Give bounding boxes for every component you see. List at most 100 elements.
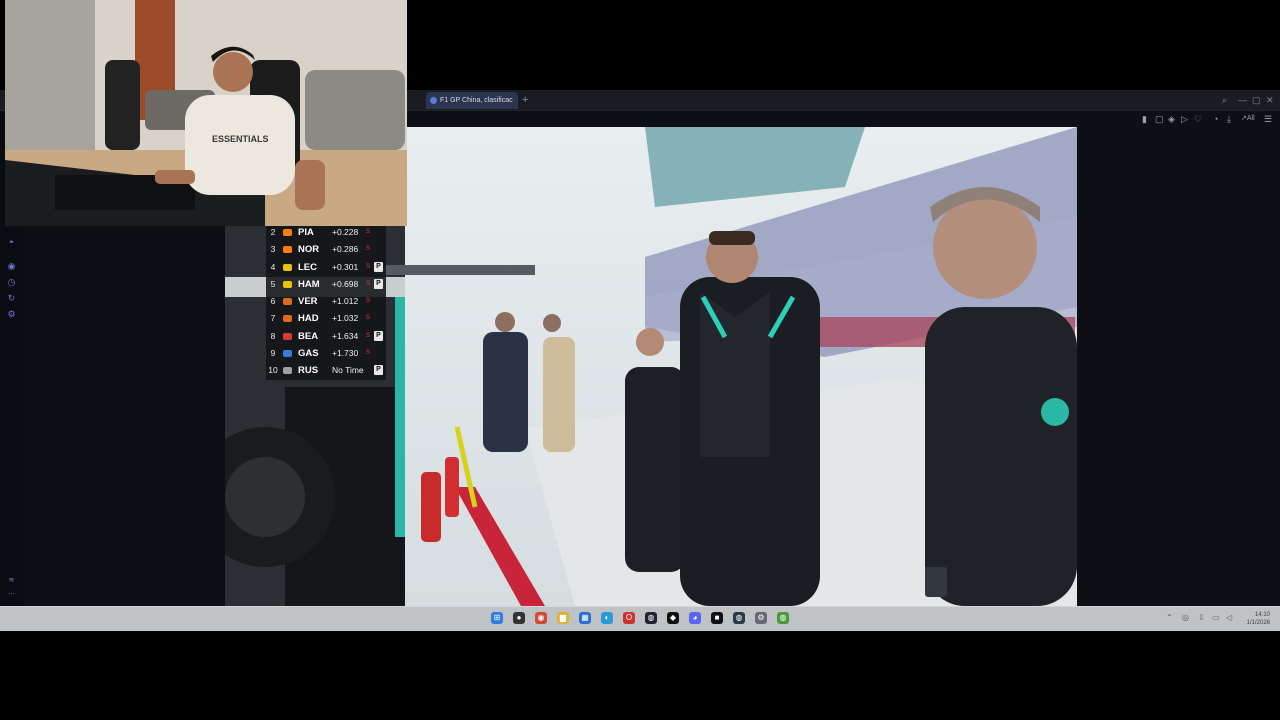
- green-app-icon[interactable]: ◍: [777, 612, 789, 624]
- tyre-compound: S: [366, 229, 371, 235]
- edge-icon[interactable]: ◐: [601, 612, 613, 624]
- leaderboard-row: 3 NOR +0.286 S: [266, 241, 386, 259]
- leaderboard-row: 10 RUS No Time P: [266, 362, 386, 380]
- pit-badge: P: [374, 365, 383, 376]
- leaderboard-row: 6 VER +1.012 S: [266, 293, 386, 311]
- team-logo-icon: [283, 367, 292, 375]
- letterbox-bottom: [0, 631, 1280, 720]
- leaderboard-row: 7 HAD +1.032 S: [266, 310, 386, 328]
- windows-taskbar: [0, 606, 1280, 631]
- position: 6: [270, 296, 276, 307]
- driver-code: LEC: [298, 261, 317, 273]
- tyre-compound: S: [366, 246, 371, 253]
- webcam-frame: ESSENTIALS: [5, 0, 407, 226]
- download-icon[interactable]: ⤓: [1227, 113, 1231, 125]
- driver-code: RUS: [298, 365, 319, 377]
- app-icon-2[interactable]: ■: [711, 612, 723, 624]
- pit-badge: P: [374, 261, 383, 272]
- settings-sidebar-icon[interactable]: ⚙: [6, 309, 17, 320]
- leaderboard-row: 2 PIA +0.228 S: [266, 224, 386, 242]
- leaderboard-row: 9 GAS +1.730 S: [266, 345, 386, 363]
- gap-time: No Time: [332, 365, 364, 376]
- gap-time: +0.228: [332, 227, 359, 237]
- history-icon[interactable]: ◷: [6, 277, 17, 288]
- tray-update-icon[interactable]: ⇩: [1198, 612, 1205, 624]
- tyre-compound: S: [366, 315, 371, 322]
- team-logo-icon: [283, 246, 292, 254]
- tyre-compound: S: [366, 298, 371, 305]
- settings-icon[interactable]: ⚙: [755, 612, 767, 624]
- gap-time: +1.012: [332, 296, 359, 307]
- shirt-text: ESSENTIALS: [212, 134, 269, 144]
- gap-time: +1.730: [332, 348, 359, 359]
- clock-date: 1/1/2026: [1246, 620, 1270, 626]
- steam-icon[interactable]: ◍: [645, 612, 657, 624]
- discord-icon[interactable]: ◕: [689, 612, 701, 624]
- windows-start-icon[interactable]: ⊞: [491, 612, 503, 624]
- gap-time: +0.286: [332, 244, 359, 255]
- sidebar-more-icon[interactable]: ⋯: [6, 589, 17, 600]
- team-logo-icon: [283, 280, 292, 288]
- file-explorer-icon[interactable]: ▆: [557, 612, 569, 624]
- position: 7: [270, 313, 276, 324]
- position: 2: [270, 227, 276, 237]
- driver-code: BEA: [298, 330, 319, 342]
- tab-active[interactable]: F1 GP China, clasificac: [426, 92, 518, 109]
- network-icon[interactable]: ▭: [1212, 612, 1220, 624]
- sidebar-app-icon[interactable]: ◉: [6, 261, 17, 272]
- tyre-compound: S: [366, 263, 371, 270]
- maximize-icon[interactable]: ▢: [1252, 93, 1261, 107]
- discord-sidebar-icon[interactable]: ◓: [6, 237, 17, 248]
- sidebar-bottom-icon[interactable]: ≋: [6, 575, 17, 586]
- leaderboard-row: 8 BEA +1.634 S P: [266, 327, 386, 346]
- heart-icon[interactable]: ♡: [1194, 113, 1202, 125]
- driver-code: PIA: [298, 227, 314, 238]
- pit-badge: P: [374, 278, 383, 289]
- profile-icon[interactable]: ◔: [1213, 113, 1218, 125]
- position: 9: [270, 348, 276, 359]
- steam-active-icon[interactable]: ◍: [733, 612, 745, 624]
- sync-icon[interactable]: ↻: [6, 293, 17, 304]
- page-icon[interactable]: ▢: [1155, 113, 1164, 125]
- close-icon[interactable]: ✕: [1266, 93, 1274, 107]
- gap-time: +0.301: [332, 261, 359, 272]
- search-icon[interactable]: ⌕: [1222, 93, 1227, 107]
- webcam-overlay: ESSENTIALS: [5, 0, 407, 226]
- opera-icon[interactable]: O: [623, 612, 635, 624]
- tab-title: F1 GP China, clasificac: [440, 97, 513, 104]
- clock-time: 14:10: [1254, 612, 1270, 618]
- gap-time: +1.634: [332, 330, 359, 341]
- leaderboard-row: 4 LEC +0.301 S P: [266, 258, 386, 276]
- team-logo-icon: [283, 350, 292, 358]
- team-logo-icon: [283, 298, 292, 306]
- position: 5: [270, 278, 276, 289]
- epic-icon[interactable]: ◆: [667, 612, 679, 624]
- tab-favicon-icon: [430, 97, 437, 104]
- translate-all-button[interactable]: ↗All: [1241, 113, 1255, 125]
- minimize-icon[interactable]: —: [1238, 93, 1247, 107]
- menu-icon[interactable]: ☰: [1264, 113, 1272, 125]
- new-tab-button[interactable]: +: [522, 92, 528, 108]
- chrome-icon[interactable]: ◉: [535, 612, 547, 624]
- gap-time: +0.698: [332, 278, 359, 289]
- tray-app-icon[interactable]: ◎: [1182, 612, 1189, 624]
- position: 8: [270, 330, 276, 341]
- tyre-compound: S: [366, 280, 371, 287]
- store-icon[interactable]: ▦: [579, 612, 591, 624]
- toolbar-all-label: All: [1246, 115, 1255, 122]
- tray-chevron-icon[interactable]: ⌃: [1166, 612, 1173, 624]
- position: 10: [268, 365, 278, 376]
- volume-icon[interactable]: ◁: [1226, 612, 1232, 624]
- driver-code: GAS: [298, 348, 319, 360]
- system-clock[interactable]: 14:10 1/1/2026: [1247, 611, 1270, 627]
- tyre-compound: S: [366, 332, 371, 339]
- position: 4: [270, 261, 276, 272]
- driver-code: NOR: [298, 244, 320, 256]
- play-icon[interactable]: ▷: [1181, 113, 1188, 125]
- shield-icon[interactable]: ◈: [1168, 113, 1175, 125]
- bookmark-icon[interactable]: ▮: [1142, 113, 1147, 125]
- timing-tower: 2 PIA +0.228 S 3 NOR +0.286 S 4 LEC +0.3…: [266, 224, 386, 380]
- team-logo-icon: [283, 229, 292, 236]
- gap-time: +1.032: [332, 313, 359, 324]
- app-icon-1[interactable]: ●: [513, 612, 525, 624]
